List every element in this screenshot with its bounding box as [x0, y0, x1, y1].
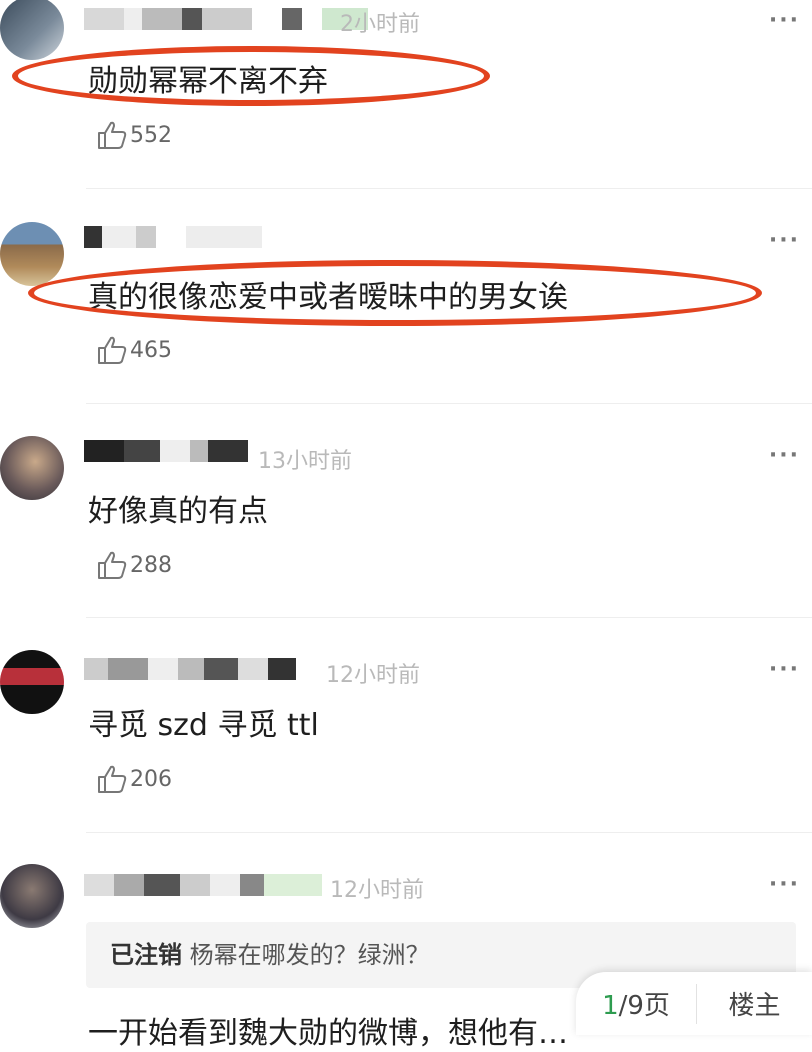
like-button[interactable]: 206	[96, 762, 172, 796]
avatar[interactable]	[0, 436, 64, 500]
divider	[86, 617, 812, 618]
username-blurred[interactable]	[84, 8, 368, 30]
quoted-username[interactable]: 已注销	[110, 941, 182, 969]
comment-text: 寻觅 szd 寻觅 ttl	[88, 708, 319, 743]
username-blurred[interactable]	[84, 874, 322, 896]
more-options-icon[interactable]: ···	[769, 872, 800, 897]
divider	[86, 832, 812, 833]
like-count: 206	[130, 766, 172, 792]
username-blurred[interactable]	[84, 658, 296, 680]
like-button[interactable]: 288	[96, 548, 172, 582]
username-blurred[interactable]	[84, 226, 262, 248]
comment-text: 好像真的有点	[88, 494, 268, 529]
page-indicator[interactable]: 1/9页	[576, 985, 696, 1022]
like-button[interactable]: 552	[96, 118, 172, 152]
avatar[interactable]	[0, 222, 64, 286]
divider	[86, 188, 812, 189]
comment-text: 勋勋幂幂不离不弃	[88, 64, 328, 99]
like-count: 552	[130, 122, 172, 148]
current-page: 1	[602, 991, 619, 1021]
avatar[interactable]	[0, 650, 64, 714]
quoted-text: 杨幂在哪发的？绿洲？	[189, 941, 430, 969]
like-count: 465	[130, 337, 172, 363]
like-button[interactable]: 465	[96, 333, 172, 367]
more-options-icon[interactable]: ···	[769, 228, 800, 253]
like-count: 288	[130, 552, 172, 578]
comment-text: 真的很像恋爱中或者暧昧中的男女诶	[88, 280, 568, 315]
thumbs-up-icon	[98, 336, 127, 364]
comment-time: 12小时前	[330, 878, 424, 903]
thumbs-up-icon	[98, 121, 127, 149]
total-pages: /9页	[618, 991, 670, 1021]
comment-time: 12小时前	[326, 663, 420, 688]
op-only-button[interactable]: 楼主	[697, 985, 812, 1022]
thumbs-up-icon	[98, 551, 127, 579]
avatar[interactable]	[0, 0, 64, 60]
avatar[interactable]	[0, 864, 64, 928]
comment-time: 2小时前	[340, 12, 420, 37]
pagination-bar: 1/9页 楼主	[576, 972, 812, 1035]
more-options-icon[interactable]: ···	[769, 443, 800, 468]
username-blurred[interactable]	[84, 440, 248, 462]
divider	[86, 403, 812, 404]
thumbs-up-icon	[98, 765, 127, 793]
comment-time: 13小时前	[258, 449, 352, 474]
comment-text: 一开始看到魏大勋的微博，想他有…	[88, 1016, 568, 1051]
more-options-icon[interactable]: ···	[769, 657, 800, 682]
more-options-icon[interactable]: ···	[769, 8, 800, 33]
